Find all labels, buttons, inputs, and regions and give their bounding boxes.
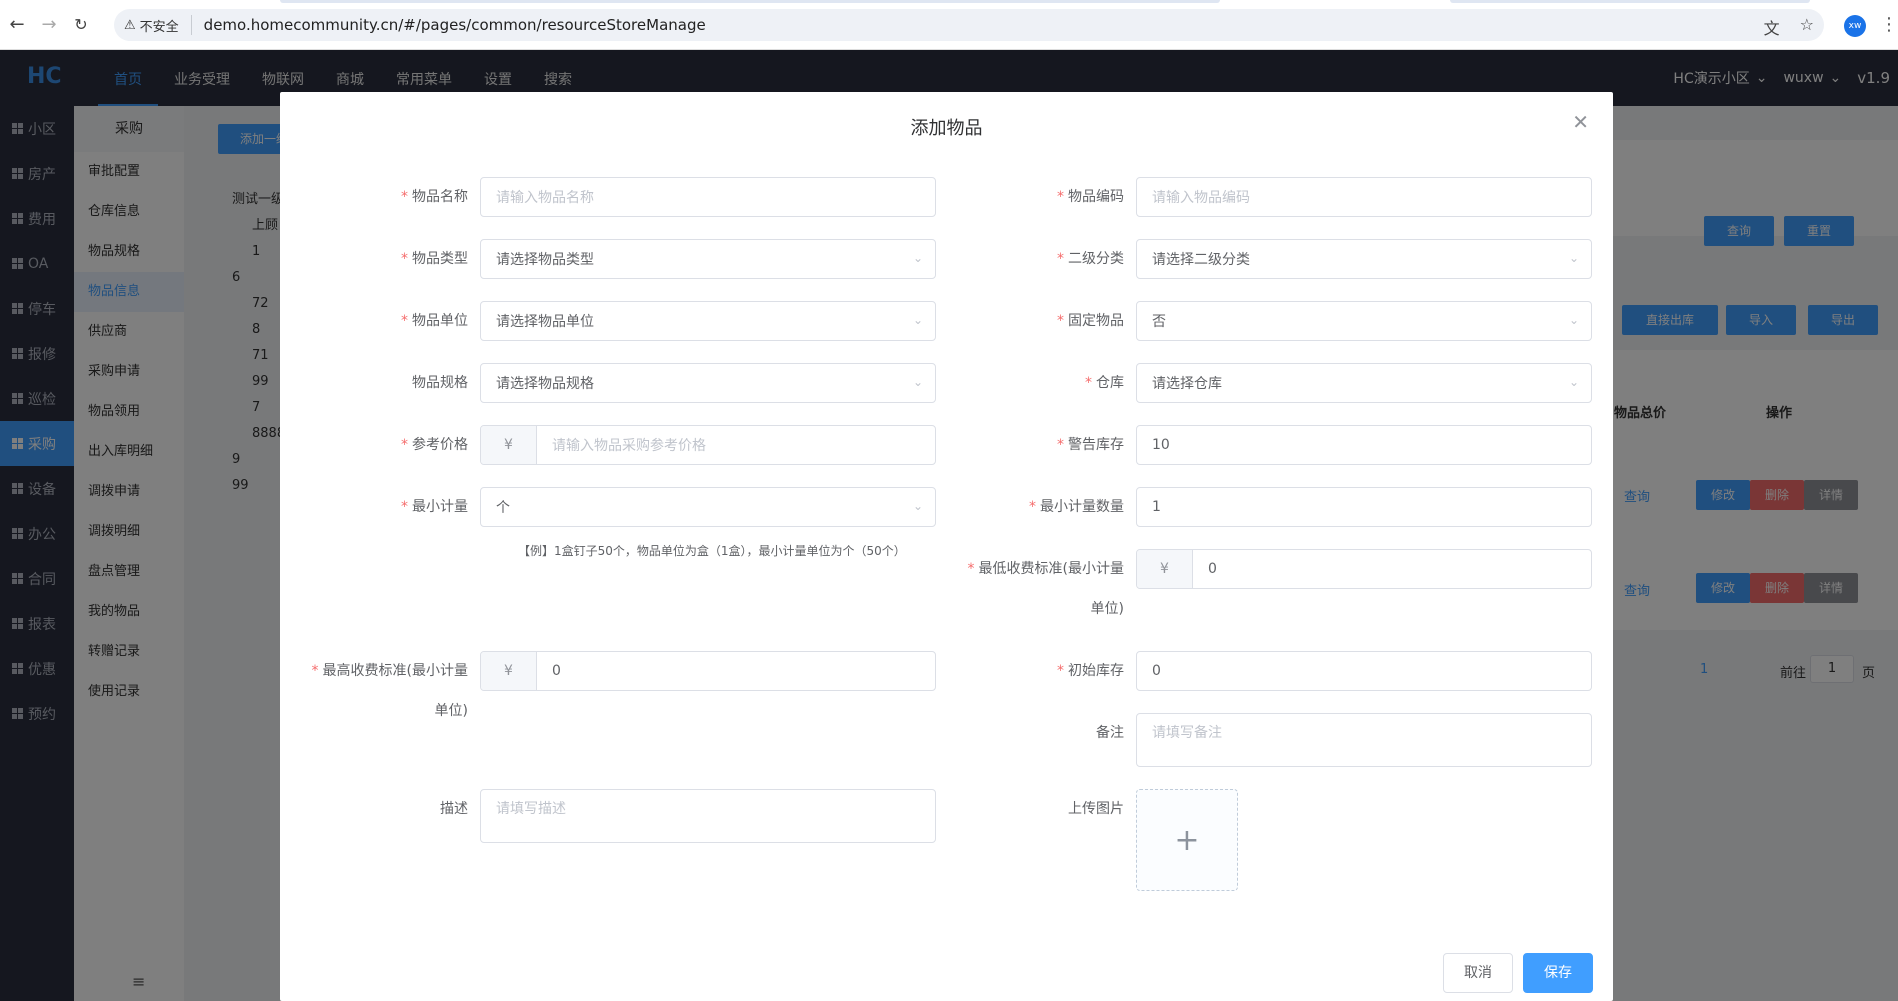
goods-name-input[interactable]: 请输入物品名称 <box>480 177 936 217</box>
remark-label: 备注 <box>1096 725 1124 741</box>
subtype-select[interactable]: 请选择二级分类 ⌄ <box>1136 239 1592 279</box>
add-goods-dialog: 添加物品 ✕ * 物品名称 请输入物品名称 * 物品编码 请输入物品编码 * 物品类型… <box>280 92 1613 1001</box>
goods-spec-label: 物品规格 <box>412 375 468 391</box>
warehouse-label: * 仓库 <box>1085 375 1124 391</box>
goods-code-input[interactable]: 请输入物品编码 <box>1136 177 1592 217</box>
goods-type-label: * 物品类型 <box>401 251 468 267</box>
warn-stock-input[interactable]: 10 <box>1136 425 1592 465</box>
min-fee-label: * 最低收费标准(最小计量 单位) <box>967 561 1124 617</box>
translate-icon[interactable]: 文 <box>1764 15 1780 39</box>
security-warning[interactable]: ⚠ 不安全 <box>124 15 192 35</box>
fixed-goods-select[interactable]: 否 ⌄ <box>1136 301 1592 341</box>
close-icon[interactable]: ✕ <box>1572 110 1589 134</box>
upload-label: 上传图片 <box>1068 801 1124 817</box>
forward-icon[interactable]: → <box>36 12 62 38</box>
chevron-down-icon: ⌄ <box>912 499 923 513</box>
upload-plus-icon[interactable]: + <box>1136 789 1238 891</box>
chevron-down-icon: ⌄ <box>912 251 923 265</box>
chevron-down-icon: ⌄ <box>912 375 923 389</box>
subtype-label: * 二级分类 <box>1057 251 1124 267</box>
min-fee-input[interactable]: ¥0 <box>1136 549 1592 589</box>
min-qty-label: * 最小计量数量 <box>1029 499 1124 515</box>
chevron-down-icon: ⌄ <box>912 313 923 327</box>
chevron-down-icon: ⌄ <box>1568 251 1579 265</box>
max-fee-value: 0 <box>552 663 561 679</box>
min-qty-input[interactable]: 1 <box>1136 487 1592 527</box>
min-unit-label: * 最小计量 <box>401 499 468 515</box>
currency-prefix: ¥ <box>481 652 537 690</box>
url-text[interactable]: demo.homecommunity.cn/#/pages/common/res… <box>204 16 706 34</box>
goods-type-select[interactable]: 请选择物品类型 ⌄ <box>480 239 936 279</box>
min-fee-value: 0 <box>1208 561 1217 577</box>
ref-price-input[interactable]: ¥ 请输入物品采购参考价格 <box>480 425 936 465</box>
max-fee-input[interactable]: ¥0 <box>480 651 936 691</box>
desc-label: 描述 <box>440 801 468 817</box>
goods-spec-select[interactable]: 请选择物品规格 ⌄ <box>480 363 936 403</box>
goods-unit-select[interactable]: 请选择物品单位 ⌄ <box>480 301 936 341</box>
ref-price-label: * 参考价格 <box>401 437 468 453</box>
init-stock-input[interactable]: 0 <box>1136 651 1592 691</box>
goods-code-label: * 物品编码 <box>1057 189 1124 205</box>
more-menu-icon[interactable]: ⋮ <box>1880 14 1898 35</box>
ref-price-placeholder: 请输入物品采购参考价格 <box>552 438 706 454</box>
goods-unit-label: * 物品单位 <box>401 313 468 329</box>
init-stock-label: * 初始库存 <box>1057 663 1124 679</box>
chevron-down-icon: ⌄ <box>1568 313 1579 327</box>
chevron-down-icon: ⌄ <box>1568 375 1579 389</box>
dialog-title: 添加物品 <box>910 118 983 139</box>
min-unit-select[interactable]: 个 ⌄ <box>480 487 936 527</box>
security-warning-label: 不安全 <box>139 19 179 35</box>
max-fee-label: * 最高收费标准(最小计量 单位) <box>311 663 468 719</box>
warehouse-select[interactable]: 请选择仓库 ⌄ <box>1136 363 1592 403</box>
currency-prefix: ¥ <box>481 426 537 464</box>
min-unit-hint: 【例】1盒钉子50个，物品单位为盒（1盒），最小计量单位为个（50个） <box>518 544 906 558</box>
desc-textarea[interactable]: 请填写描述 <box>480 789 936 843</box>
bookmark-star-icon[interactable]: ☆ <box>1800 15 1814 39</box>
reload-icon[interactable]: ↻ <box>68 12 94 38</box>
back-icon[interactable]: ← <box>4 12 30 38</box>
cancel-button[interactable]: 取消 <box>1443 953 1513 993</box>
warning-icon: ⚠ <box>124 17 136 33</box>
tab-strip <box>0 0 1898 3</box>
browser-toolbar: ← → ↻ ⚠ 不安全 demo.homecommunity.cn/#/page… <box>0 0 1898 50</box>
remark-textarea[interactable]: 请填写备注 <box>1136 713 1592 767</box>
address-bar[interactable]: ⚠ 不安全 demo.homecommunity.cn/#/pages/comm… <box>114 9 1824 41</box>
profile-avatar[interactable]: xw <box>1844 15 1866 37</box>
warn-stock-label: * 警告库存 <box>1057 437 1124 453</box>
goods-name-label: * 物品名称 <box>401 189 468 205</box>
save-button[interactable]: 保存 <box>1523 953 1593 993</box>
currency-prefix: ¥ <box>1137 550 1193 588</box>
fixed-goods-label: * 固定物品 <box>1057 313 1124 329</box>
